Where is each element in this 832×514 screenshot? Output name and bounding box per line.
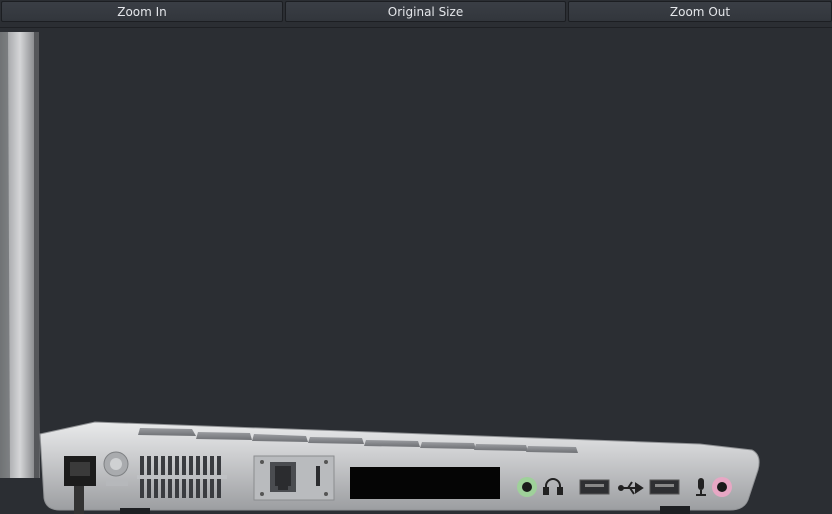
headphone-jack <box>517 477 537 497</box>
laptop-lid <box>0 32 40 478</box>
zoom-out-button[interactable]: Zoom Out <box>568 1 832 22</box>
original-size-button[interactable]: Original Size <box>285 1 566 22</box>
microphone-jack <box>712 477 732 497</box>
toolbar: Zoom In Original Size Zoom Out <box>0 0 832 28</box>
expresscard-slot <box>350 467 500 499</box>
usb-port <box>579 479 610 495</box>
laptop-illustration <box>0 32 760 514</box>
usb-port <box>649 479 680 495</box>
kensington-lock-icon <box>103 451 129 486</box>
zoom-in-button[interactable]: Zoom In <box>1 1 283 22</box>
vent <box>137 456 227 498</box>
ethernet-port <box>253 455 335 501</box>
image-viewer-canvas[interactable] <box>0 28 832 514</box>
